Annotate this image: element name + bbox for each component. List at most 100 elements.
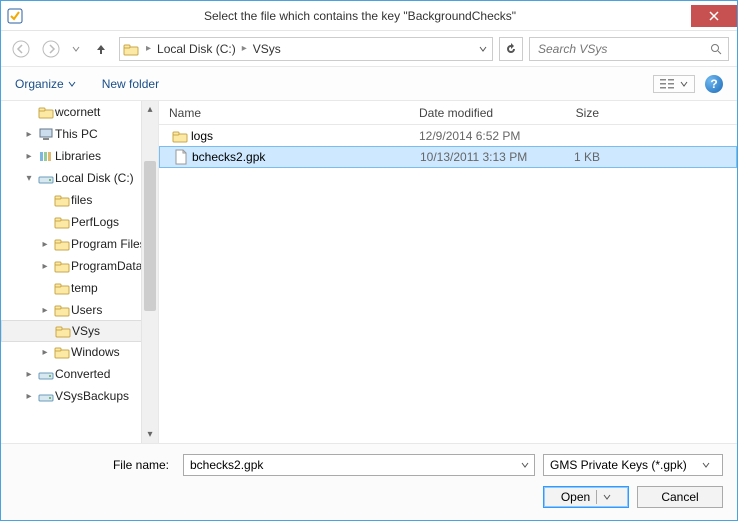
- file-row[interactable]: bchecks2.gpk10/13/2011 3:13 PM1 KB: [159, 146, 737, 168]
- tree-item[interactable]: ▸ This PC: [1, 123, 158, 145]
- file-type-filter[interactable]: GMS Private Keys (*.gpk): [543, 454, 723, 476]
- folder-icon: [53, 193, 71, 207]
- folder-icon: [37, 105, 55, 119]
- file-list-pane: Name Date modified Size logs12/9/2014 6:…: [159, 101, 737, 443]
- tree-item[interactable]: ▸ Converted: [1, 363, 158, 385]
- expander-icon[interactable]: ▾: [21, 173, 37, 184]
- scroll-down-arrow[interactable]: ▾: [142, 426, 158, 443]
- folder-icon: [53, 259, 71, 273]
- tree-item[interactable]: ▸ProgramData: [1, 255, 158, 277]
- file-list[interactable]: logs12/9/2014 6:52 PMbchecks2.gpk10/13/2…: [159, 125, 737, 443]
- drive-icon: [37, 389, 55, 403]
- recent-dropdown[interactable]: [69, 37, 83, 61]
- search-box[interactable]: [529, 37, 729, 61]
- tree-item[interactable]: PerfLogs: [1, 211, 158, 233]
- tree-item-label: This PC: [55, 127, 98, 141]
- folder-icon: [169, 129, 191, 143]
- col-size[interactable]: Size: [539, 106, 619, 120]
- tree-item[interactable]: temp: [1, 277, 158, 299]
- libraries-icon: [37, 149, 55, 163]
- tree-item[interactable]: ▸ VSysBackups: [1, 385, 158, 407]
- view-mode-button[interactable]: [653, 75, 695, 93]
- open-button[interactable]: Open: [543, 486, 629, 508]
- list-view-icon: [660, 78, 674, 90]
- tree-item[interactable]: ▸Users: [1, 299, 158, 321]
- col-date[interactable]: Date modified: [419, 106, 539, 120]
- tree-item[interactable]: ▸Program Files: [1, 233, 158, 255]
- window-title: Select the file which contains the key "…: [29, 9, 691, 23]
- tree-item-label: files: [71, 193, 92, 207]
- up-button[interactable]: [89, 37, 113, 61]
- tree-item-label: Converted: [55, 367, 110, 381]
- refresh-button[interactable]: [499, 37, 523, 61]
- organize-menu[interactable]: Organize: [15, 77, 76, 91]
- tree-scrollbar[interactable]: ▴ ▾: [141, 101, 158, 443]
- scroll-up-arrow[interactable]: ▴: [142, 101, 158, 118]
- file-size: 1 KB: [540, 150, 620, 164]
- new-folder-button[interactable]: New folder: [102, 77, 159, 91]
- column-headers[interactable]: Name Date modified Size: [159, 101, 737, 125]
- app-icon: [1, 8, 29, 24]
- search-icon: [710, 43, 722, 55]
- cancel-label: Cancel: [661, 490, 698, 504]
- file-row[interactable]: logs12/9/2014 6:52 PM: [159, 125, 737, 147]
- drive-icon: [120, 42, 142, 56]
- chevron-right-icon[interactable]: ▸: [142, 43, 155, 54]
- file-date: 10/13/2011 3:13 PM: [420, 150, 540, 164]
- new-folder-label: New folder: [102, 77, 159, 91]
- expander-icon[interactable]: ▸: [37, 261, 53, 272]
- tree-item[interactable]: VSys: [1, 320, 158, 342]
- folder-icon: [53, 345, 71, 359]
- tree-item-label: VSysBackups: [55, 389, 129, 403]
- expander-icon[interactable]: ▸: [21, 391, 37, 402]
- folder-icon: [53, 237, 71, 251]
- tree-item[interactable]: wcornett: [1, 101, 158, 123]
- expander-icon[interactable]: ▸: [21, 151, 37, 162]
- filename-label: File name:: [15, 458, 175, 472]
- bottom-panel: File name: GMS Private Keys (*.gpk) Open: [1, 443, 737, 520]
- navbar: ▸ Local Disk (C:) ▸ VSys: [1, 31, 737, 67]
- tree-item[interactable]: ▸Windows: [1, 341, 158, 363]
- close-button[interactable]: [691, 5, 737, 27]
- filter-dropdown[interactable]: [702, 461, 716, 469]
- tree-item-label: temp: [71, 281, 98, 295]
- drive-icon: [37, 367, 55, 381]
- open-label: Open: [561, 490, 590, 504]
- breadcrumb-segment[interactable]: VSys: [251, 38, 283, 60]
- expander-icon[interactable]: ▸: [21, 369, 37, 380]
- folder-icon: [53, 303, 71, 317]
- address-bar[interactable]: ▸ Local Disk (C:) ▸ VSys: [119, 37, 493, 61]
- tree-item-label: Local Disk (C:): [55, 171, 134, 185]
- help-button[interactable]: ?: [705, 75, 723, 93]
- pc-icon: [37, 127, 55, 141]
- expander-icon[interactable]: ▸: [37, 239, 53, 250]
- file-date: 12/9/2014 6:52 PM: [419, 129, 539, 143]
- scroll-thumb[interactable]: [144, 161, 156, 311]
- folder-tree[interactable]: wcornett ▸ This PC ▸Libraries ▾ Local Disk (C…: [1, 101, 159, 443]
- chevron-down-icon: [603, 493, 611, 501]
- tree-item[interactable]: ▾ Local Disk (C:): [1, 167, 158, 189]
- drive-icon: [37, 171, 55, 185]
- breadcrumb-segment[interactable]: Local Disk (C:): [155, 38, 238, 60]
- col-name[interactable]: Name: [169, 106, 419, 120]
- chevron-down-icon: [68, 80, 76, 88]
- address-dropdown[interactable]: [474, 45, 492, 53]
- tree-item[interactable]: files: [1, 189, 158, 211]
- filename-combo[interactable]: [183, 454, 535, 476]
- folder-icon: [53, 215, 71, 229]
- search-input[interactable]: [536, 41, 710, 57]
- tree-item[interactable]: ▸Libraries: [1, 145, 158, 167]
- forward-button[interactable]: [39, 37, 63, 61]
- organize-label: Organize: [15, 77, 64, 91]
- back-button[interactable]: [9, 37, 33, 61]
- filename-dropdown[interactable]: [516, 461, 534, 469]
- chevron-right-icon[interactable]: ▸: [238, 43, 251, 54]
- folder-icon: [53, 281, 71, 295]
- cancel-button[interactable]: Cancel: [637, 486, 723, 508]
- expander-icon[interactable]: ▸: [37, 347, 53, 358]
- body: wcornett ▸ This PC ▸Libraries ▾ Local Disk (C…: [1, 101, 737, 443]
- filename-input[interactable]: [184, 458, 516, 472]
- expander-icon[interactable]: ▸: [37, 305, 53, 316]
- expander-icon[interactable]: ▸: [21, 129, 37, 140]
- file-open-dialog: Select the file which contains the key "…: [0, 0, 738, 521]
